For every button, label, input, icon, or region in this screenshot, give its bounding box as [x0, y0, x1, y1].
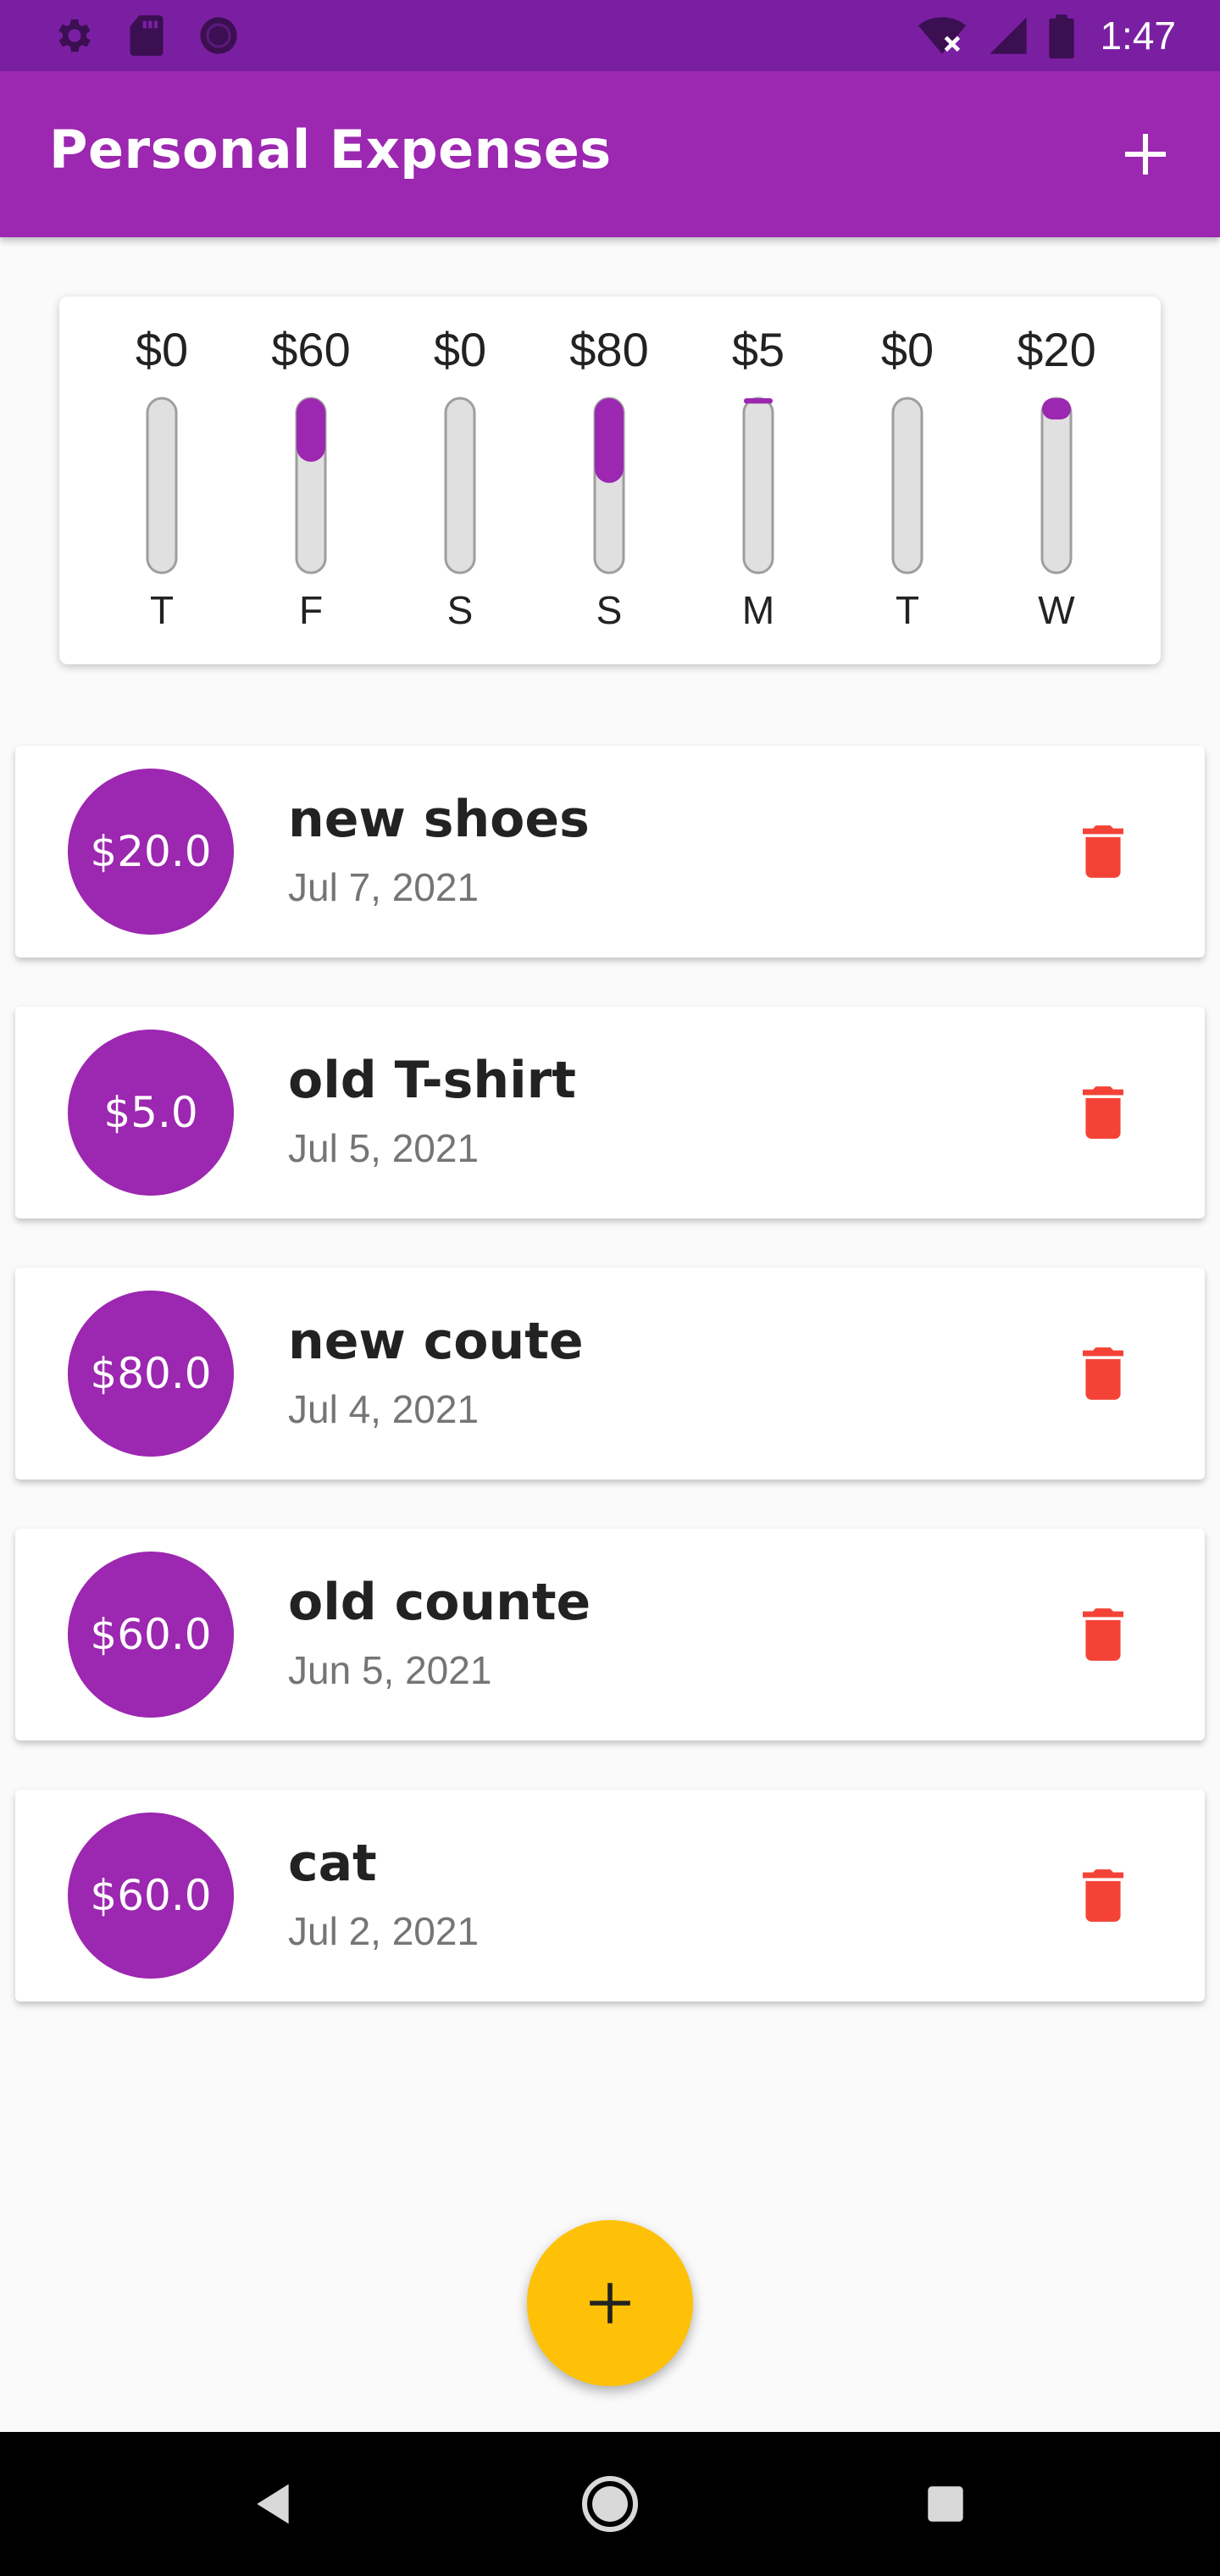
trash-icon: [1083, 1347, 1123, 1400]
transaction-date: Jul 5, 2021: [288, 1126, 480, 1170]
delete-button[interactable]: [1078, 818, 1128, 886]
status-icons-right: 1:47: [915, 10, 1176, 61]
bar-value-label: $0: [881, 323, 934, 376]
transaction-card: $5.0 old T-shirt Jul 5, 2021: [15, 1007, 1205, 1219]
bar-track: [1040, 397, 1073, 575]
bar-value-label: $0: [434, 323, 486, 376]
wifi-off-icon: [918, 17, 967, 54]
plus-icon: [590, 2283, 630, 2323]
bar-value-label: $20: [1017, 323, 1095, 376]
bar-fill: [744, 398, 773, 404]
clock: 1:47: [1100, 14, 1176, 58]
recents-icon: [928, 2486, 963, 2522]
transaction-title: old T-shirt: [288, 1051, 576, 1110]
back-icon: [257, 2484, 289, 2524]
bar-value-label: $80: [569, 323, 648, 376]
status-icons-left: [53, 14, 241, 58]
trash-icon: [1083, 1869, 1123, 1922]
circle-icon: [200, 17, 237, 54]
amount-avatar: $60.0: [68, 1552, 234, 1718]
battery-icon: [1049, 14, 1075, 58]
amount-avatar: $80.0: [68, 1291, 234, 1457]
transaction-date: Jun 5, 2021: [288, 1648, 492, 1692]
transaction-title: new coute: [288, 1312, 584, 1371]
sd-card-icon: [130, 15, 164, 56]
transaction-card: $60.0 cat Jul 2, 2021: [15, 1790, 1205, 2001]
transaction-title: new shoes: [288, 790, 590, 849]
gear-icon: [58, 19, 91, 53]
bar-day-label: S: [596, 588, 623, 632]
amount-avatar: $20.0: [68, 769, 234, 935]
amount-avatar: $5.0: [68, 1030, 234, 1196]
plus-icon: [1124, 133, 1167, 175]
bar-day-label: T: [150, 588, 174, 632]
bar-day-label: S: [447, 588, 474, 632]
bar-day-label: M: [742, 588, 774, 632]
delete-button[interactable]: [1078, 1340, 1128, 1407]
bar-value-label: $5: [732, 323, 785, 376]
system-nav-bar: [0, 2432, 1220, 2576]
bar-track: [891, 397, 923, 575]
transaction-date: Jul 2, 2021: [288, 1909, 480, 1953]
bar-value-label: $60: [271, 323, 350, 376]
bar-track: [742, 397, 774, 575]
bar-fill: [297, 398, 325, 462]
add-transaction-button[interactable]: [1112, 120, 1179, 188]
transaction-amount: $60.0: [90, 1871, 212, 1920]
bar-value-label: $0: [136, 323, 188, 376]
transaction-amount: $5.0: [103, 1088, 198, 1137]
bar-fill: [595, 398, 624, 483]
back-button[interactable]: [239, 2470, 307, 2538]
transaction-amount: $20.0: [90, 827, 212, 876]
trash-icon: [1083, 1086, 1123, 1139]
delete-button[interactable]: [1078, 1601, 1128, 1668]
app-bar: Personal Expenses: [0, 71, 1220, 237]
signal-icon: [990, 17, 1028, 54]
transaction-title: cat: [288, 1834, 377, 1893]
delete-button[interactable]: [1078, 1079, 1128, 1146]
transaction-card: $20.0 new shoes Jul 7, 2021: [15, 746, 1205, 958]
status-bar: 1:47: [0, 0, 1220, 71]
trash-icon: [1083, 1608, 1123, 1661]
transaction-amount: $60.0: [90, 1610, 212, 1659]
delete-button[interactable]: [1078, 1862, 1128, 1929]
bar-track: [444, 397, 476, 575]
bar-day-label: F: [299, 588, 323, 632]
home-icon: [582, 2476, 638, 2532]
page-title: Personal Expenses: [49, 119, 612, 180]
bar-day-label: W: [1038, 588, 1075, 632]
transaction-amount: $80.0: [90, 1349, 212, 1398]
bar-fill: [1042, 398, 1071, 419]
weekly-spending-chart: $0 T $60 F $0 S $80 S $5 M $0 T $20 W: [136, 323, 1096, 632]
home-button[interactable]: [576, 2470, 644, 2538]
transaction-card: $60.0 old counte Jun 5, 2021: [15, 1529, 1205, 1740]
amount-avatar: $60.0: [68, 1813, 234, 1979]
bar-day-label: T: [896, 588, 919, 632]
add-transaction-fab[interactable]: [527, 2220, 693, 2386]
transaction-card: $80.0 new coute Jul 4, 2021: [15, 1268, 1205, 1480]
transaction-date: Jul 4, 2021: [288, 1387, 480, 1431]
trash-icon: [1083, 825, 1123, 878]
bar-track: [146, 397, 178, 575]
weekly-chart-card: $0 T $60 F $0 S $80 S $5 M $0 T $20 W: [59, 297, 1161, 664]
transaction-title: old counte: [288, 1573, 591, 1632]
transaction-date: Jul 7, 2021: [288, 865, 480, 909]
recents-button[interactable]: [912, 2470, 979, 2538]
